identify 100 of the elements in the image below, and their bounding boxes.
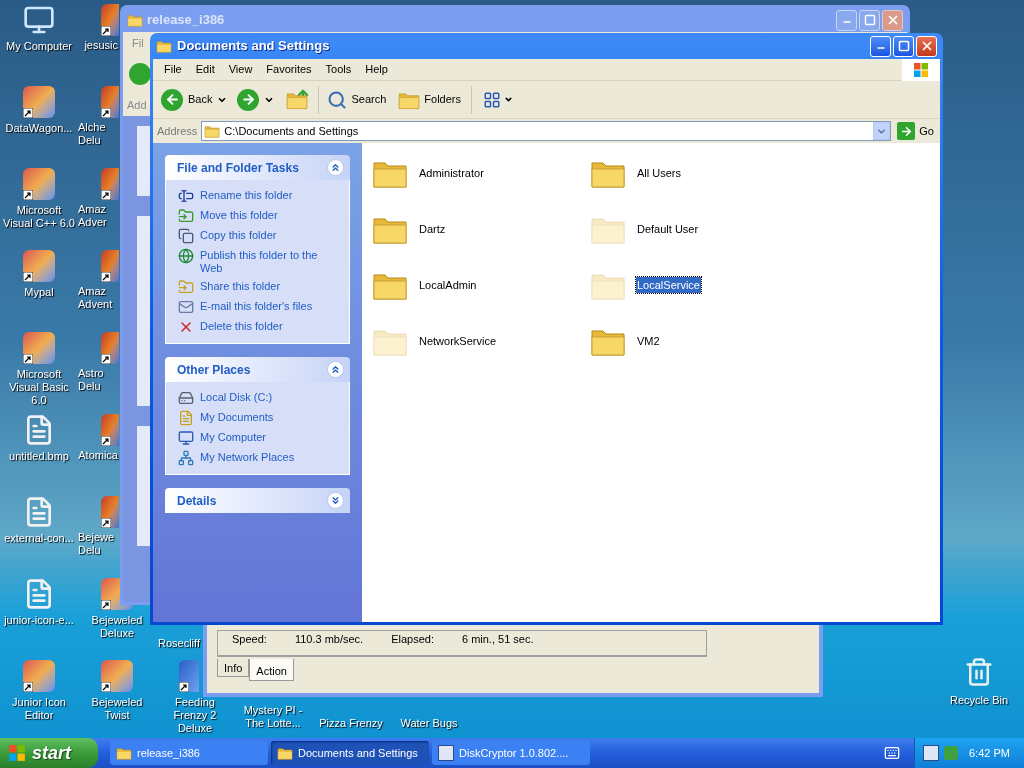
stat-label: Speed: bbox=[232, 631, 267, 647]
tab[interactable]: Info bbox=[217, 659, 250, 677]
desktop-icon-label: Mystery PI - The Lotte... bbox=[242, 704, 304, 730]
menu-item[interactable]: Tools bbox=[318, 61, 359, 78]
program-icon[interactable] bbox=[23, 250, 55, 282]
computer-icon bbox=[178, 430, 194, 446]
desktop-icon-label: Atomica bbox=[78, 449, 118, 462]
folder-name[interactable]: Default User bbox=[636, 220, 700, 238]
program-icon[interactable] bbox=[23, 168, 55, 200]
desktop-icon-label: Amaz Adver bbox=[78, 203, 108, 229]
program-icon[interactable] bbox=[101, 660, 133, 692]
panel-title: Other Places bbox=[177, 361, 251, 379]
desktop-icon-label: Pizza Frenzy bbox=[318, 717, 384, 730]
task-link[interactable]: Rename this folder bbox=[200, 188, 293, 202]
dropdown-caret-icon bbox=[504, 95, 513, 104]
go-button[interactable]: Go bbox=[895, 122, 936, 140]
start-button[interactable]: start bbox=[0, 738, 98, 768]
windows-logo-icon bbox=[902, 58, 940, 81]
desktop-icon-label: Bejeweled Twist bbox=[90, 696, 144, 722]
windows-logo-icon bbox=[8, 744, 26, 762]
desktop-icon-label: Mypal bbox=[23, 286, 55, 299]
menu-item[interactable]: Favorites bbox=[259, 61, 319, 78]
search-button[interactable]: Search bbox=[323, 89, 391, 110]
program-icon[interactable] bbox=[23, 660, 55, 692]
folder-name[interactable]: Administrator bbox=[418, 164, 485, 182]
folder-name[interactable]: LocalAdmin bbox=[418, 276, 478, 294]
shortcut-arrow-icon bbox=[23, 108, 33, 118]
desktop-icon-label: Bejeweled Deluxe bbox=[90, 614, 144, 640]
taskbar-button[interactable]: release_i386 bbox=[110, 741, 268, 765]
desktop-icon-label: Amaz Advent bbox=[78, 285, 114, 311]
task-link[interactable]: My Computer bbox=[200, 430, 267, 444]
program-icon[interactable] bbox=[23, 332, 55, 364]
shortcut-arrow-icon bbox=[23, 354, 33, 364]
menu-item[interactable]: Help bbox=[358, 61, 395, 78]
address-label: Address bbox=[157, 123, 198, 139]
task-link[interactable]: Delete this folder bbox=[200, 319, 283, 333]
app-icon[interactable] bbox=[923, 745, 939, 761]
shortcut-arrow-icon bbox=[101, 600, 111, 610]
address-label: Add bbox=[127, 97, 147, 113]
shortcut-arrow-icon bbox=[23, 272, 33, 282]
folder-name[interactable]: LocalService bbox=[636, 276, 701, 294]
panel-header[interactable]: File and Folder Tasks bbox=[165, 155, 350, 180]
computer-icon[interactable] bbox=[23, 4, 55, 36]
maximize-icon bbox=[897, 40, 910, 52]
stat-value: 110.3 mb/sec. bbox=[294, 631, 364, 647]
task-link[interactable]: Share this folder bbox=[200, 279, 281, 293]
window-title: release_i386 bbox=[147, 11, 225, 30]
folder-name[interactable]: All Users bbox=[636, 164, 682, 182]
desktop-icon-label: Microsoft Visual C++ 6.0 bbox=[2, 204, 76, 230]
desktop-icon-label: Water Bugs bbox=[399, 717, 459, 730]
close-button[interactable] bbox=[882, 9, 903, 31]
shortcut-arrow-icon bbox=[101, 518, 111, 528]
window-title: Documents and Settings bbox=[177, 37, 330, 56]
task-link[interactable]: Local Disk (C:) bbox=[200, 390, 273, 404]
app-icon bbox=[438, 745, 454, 761]
folder-arrow-icon bbox=[178, 208, 194, 224]
program-icon[interactable] bbox=[23, 86, 55, 118]
task-link[interactable]: Copy this folder bbox=[200, 228, 277, 242]
menu-item[interactable]: View bbox=[221, 61, 260, 78]
folder-icon bbox=[204, 124, 221, 138]
desktop-icon-label: DataWagon... bbox=[4, 122, 74, 135]
menu-item[interactable]: Edit bbox=[188, 61, 222, 78]
folder-name[interactable]: VM2 bbox=[636, 332, 661, 350]
task-link[interactable]: Move this folder bbox=[200, 208, 278, 222]
back-button[interactable]: Back bbox=[159, 88, 230, 111]
folders-button[interactable]: Folders bbox=[394, 85, 472, 114]
panel-header[interactable]: Other Places bbox=[165, 357, 350, 382]
clock: 6:42 PM bbox=[969, 745, 1010, 761]
keyboard-icon[interactable] bbox=[884, 745, 900, 761]
tab[interactable]: Action bbox=[249, 659, 294, 681]
desktop-icon-label: untitled.bmp bbox=[8, 450, 70, 463]
folder-name[interactable]: Dartz bbox=[418, 220, 447, 238]
shortcut-arrow-icon bbox=[101, 436, 111, 446]
globe-icon bbox=[178, 248, 194, 264]
menu-item[interactable]: File bbox=[157, 61, 189, 78]
desktop-icon-label: Bejewe Delu bbox=[78, 531, 116, 557]
folder-icon bbox=[156, 39, 172, 53]
envelope-icon bbox=[178, 299, 194, 315]
task-link[interactable]: My Network Places bbox=[200, 450, 295, 464]
taskbar-button[interactable]: DiskCryptor 1.0.802.... bbox=[432, 741, 590, 765]
folder-icon bbox=[277, 746, 293, 760]
panel-header[interactable]: Details bbox=[165, 488, 350, 513]
recycle-bin-icon[interactable] bbox=[964, 656, 994, 688]
task-link[interactable]: My Documents bbox=[200, 410, 274, 424]
address-field[interactable]: C:\Documents and Settings bbox=[201, 121, 892, 141]
desktop-icon-label: Microsoft Visual Basic 6.0 bbox=[8, 368, 70, 407]
folder-name[interactable]: NetworkService bbox=[418, 332, 498, 350]
folder-icon bbox=[116, 746, 132, 760]
maximize-button[interactable] bbox=[859, 9, 880, 31]
copy-icon bbox=[178, 228, 194, 244]
dropdown-button[interactable] bbox=[873, 122, 891, 140]
desktop-icon-label: jesusic bbox=[84, 39, 118, 52]
task-link[interactable]: Publish this folder to the Web bbox=[200, 248, 337, 275]
taskbar-button[interactable]: Documents and Settings bbox=[271, 741, 429, 765]
folder-icon bbox=[127, 13, 143, 27]
text-cursor-icon bbox=[178, 188, 194, 204]
task-link[interactable]: E-mail this folder's files bbox=[200, 299, 313, 313]
stat-label: Elapsed: bbox=[391, 631, 434, 647]
shortcut-arrow-icon bbox=[101, 108, 111, 118]
shortcut-arrow-icon bbox=[23, 190, 33, 200]
